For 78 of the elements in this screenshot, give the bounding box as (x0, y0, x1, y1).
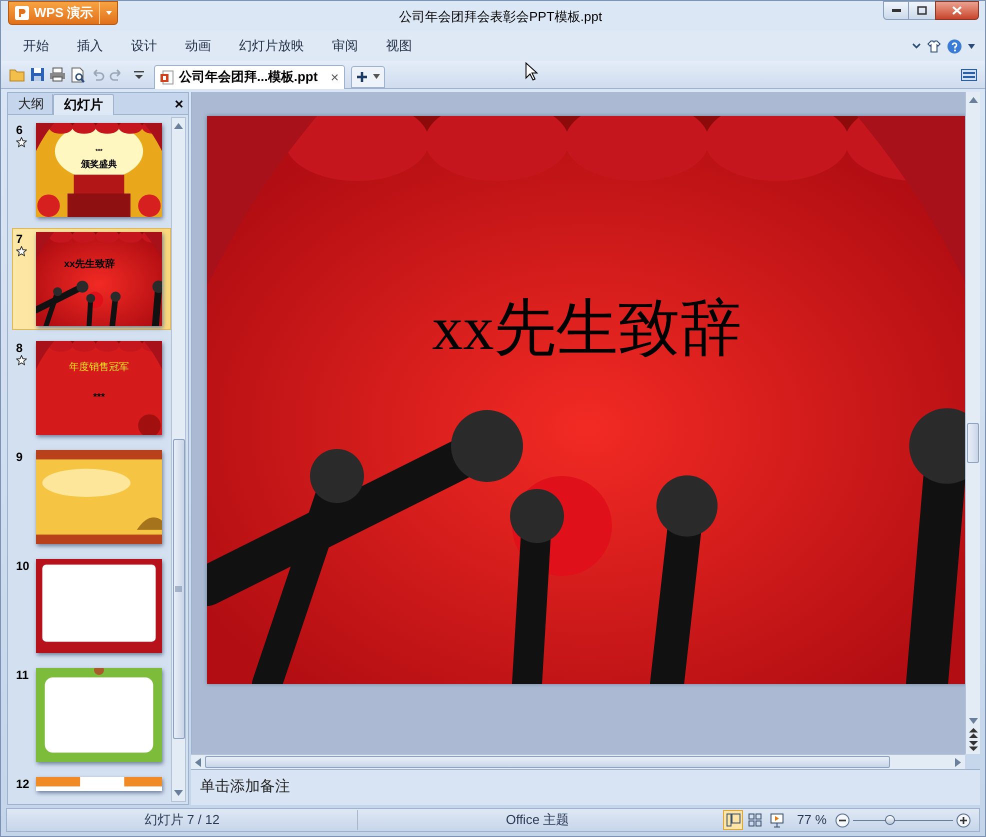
notes-pane[interactable]: 单击添加备注 (191, 769, 980, 805)
zoom-slider[interactable] (852, 813, 953, 827)
zoom-slider-thumb[interactable] (885, 815, 896, 825)
thumbnail-text: xx先生致辞 (64, 260, 116, 270)
vertical-scrollbar[interactable] (171, 117, 186, 802)
zoom-out-icon[interactable] (834, 812, 850, 828)
restore-icon (917, 6, 927, 15)
scroll-left-icon[interactable] (195, 758, 201, 766)
vertical-scrollbar[interactable] (965, 92, 980, 754)
scrollbar-thumb[interactable] (172, 439, 184, 739)
window-title: 公司年会团拜会表彰会PPT模板.ppt (399, 8, 602, 26)
view-normal-button[interactable] (723, 810, 743, 830)
document-tab[interactable]: 公司年会团拜...模板.ppt × (154, 64, 345, 88)
help-icon[interactable] (947, 38, 962, 54)
slide-number: 10 (16, 559, 30, 573)
slide-number: 8 (16, 341, 23, 355)
next-slide-icon[interactable] (968, 741, 978, 751)
thumbnail-text: *** (92, 393, 106, 403)
save-icon[interactable] (30, 67, 45, 82)
zoom-in-icon[interactable] (956, 812, 971, 828)
caret-icon (104, 10, 113, 16)
scrollbar-thumb[interactable] (967, 423, 979, 463)
chevron-down-icon[interactable] (912, 43, 921, 49)
slide-number: 12 (16, 777, 30, 791)
slide-thumbnail[interactable]: 7 xx先生致辞 (12, 228, 171, 330)
caret-icon (372, 74, 380, 79)
thumbnail-text: 颁奖盛典 (80, 160, 118, 169)
caret-icon[interactable] (968, 44, 975, 48)
menu-item[interactable]: 动画 (175, 34, 221, 58)
previous-slide-icon[interactable] (968, 728, 978, 738)
minimize-button[interactable] (883, 1, 909, 20)
menu-item[interactable]: 幻灯片放映 (229, 34, 314, 58)
shirt-icon[interactable] (927, 40, 941, 52)
slide-counter: 幻灯片 7 / 12 (144, 811, 220, 830)
slide-number: 6 (16, 123, 23, 137)
maximize-button[interactable] (909, 1, 935, 20)
cursor-icon (524, 62, 538, 81)
plus-icon (356, 70, 368, 82)
notes-placeholder[interactable]: 单击添加备注 (200, 776, 290, 799)
slide-number: 9 (16, 450, 23, 464)
print-icon[interactable] (49, 67, 66, 82)
menu-item[interactable]: 开始 (13, 34, 59, 58)
panel-tab[interactable]: 幻灯片 (53, 94, 114, 115)
slide-thumbnail[interactable]: 11 (12, 664, 171, 766)
menu-item[interactable]: 视图 (376, 34, 422, 58)
grip-icon (175, 586, 182, 592)
scroll-up-icon[interactable] (174, 123, 183, 129)
close-button[interactable] (935, 1, 979, 20)
slide-thumbnail[interactable]: 8 年度销售冠军 *** (12, 337, 171, 439)
thumbnail-text: 年度销售冠军 (68, 363, 130, 373)
minimize-icon (892, 9, 900, 12)
scroll-down-icon[interactable] (174, 790, 183, 796)
scroll-up-icon[interactable] (968, 97, 978, 103)
menu-item[interactable]: 设计 (121, 34, 167, 58)
menu-item[interactable]: 审阅 (322, 34, 368, 58)
customize-toolbar-icon[interactable] (134, 70, 144, 80)
slide-number: 7 (16, 232, 23, 246)
close-tab-button[interactable]: × (330, 70, 339, 84)
scroll-right-icon[interactable] (955, 758, 961, 766)
menu-item[interactable]: 插入 (67, 34, 113, 58)
horizontal-scrollbar[interactable] (191, 754, 965, 769)
slide-thumbnail[interactable]: 12 (12, 773, 171, 795)
slide-thumbnail[interactable]: 9 (12, 446, 171, 548)
slide-number: 11 (16, 668, 29, 682)
new-tab-button[interactable] (350, 66, 385, 88)
theme-name: Office 主题 (506, 811, 570, 830)
slide-title[interactable]: xx先生致辞 (432, 298, 742, 360)
presentation-file-icon (160, 70, 174, 84)
zoom-percentage: 77 % (797, 811, 827, 830)
print-preview-icon[interactable] (70, 66, 86, 82)
app-logo-icon (14, 5, 30, 21)
folder-icon[interactable] (9, 67, 26, 82)
close-icon (952, 6, 962, 15)
scroll-down-icon[interactable] (968, 718, 978, 724)
slide-thumbnail[interactable]: 10 (12, 555, 171, 657)
close-panel-button[interactable]: × (170, 94, 188, 114)
panel-toggle-icon[interactable] (961, 68, 977, 80)
scrollbar-thumb[interactable] (205, 756, 890, 768)
